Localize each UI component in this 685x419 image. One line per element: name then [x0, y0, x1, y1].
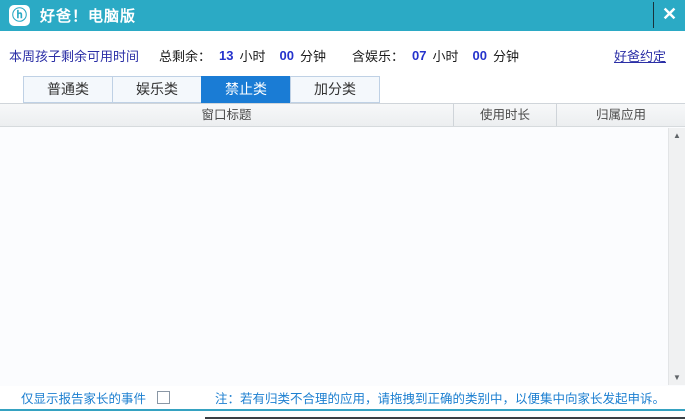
bottom-accent-line [0, 409, 685, 411]
titlebar-divider [653, 2, 654, 28]
total-minutes-unit: 分钟 [300, 46, 326, 65]
tab-normal[interactable]: 普通类 [23, 76, 113, 103]
category-tab-bar: 普通类 娱乐类 禁止类 加分类 [23, 76, 685, 103]
scrollbar[interactable]: ▲ ▼ [668, 128, 685, 385]
column-header-window-title[interactable]: 窗口标题 [0, 104, 453, 126]
close-icon: ✕ [662, 4, 677, 24]
table-body: ▲ ▼ [0, 127, 685, 386]
column-header-owning-app[interactable]: 归属应用 [556, 104, 685, 126]
total-remaining-label: 总剩余： [159, 46, 211, 65]
entertainment-label: 含娱乐： [352, 46, 404, 65]
report-checkbox[interactable] [157, 391, 170, 404]
remaining-time-caption: 本周孩子剩余可用时间 [9, 46, 139, 65]
entertainment-minutes-value: 00 [473, 48, 487, 63]
entertainment-minutes-unit: 分钟 [493, 46, 519, 65]
report-checkbox-label: 仅显示报告家长的事件 [21, 388, 146, 407]
app-logo-icon: ⓗ [9, 5, 30, 26]
info-bar: 本周孩子剩余可用时间 总剩余： 13 小时 00 分钟 含娱乐： 07 小时 0… [0, 41, 685, 69]
app-window: ⓗ 好爸！电脑版 ✕ 本周孩子剩余可用时间 总剩余： 13 小时 00 分钟 含… [0, 0, 685, 419]
column-header-usage-duration[interactable]: 使用时长 [453, 104, 556, 126]
agreement-link[interactable]: 好爸约定 [614, 46, 666, 65]
table-header: 窗口标题 使用时长 归属应用 [0, 103, 685, 127]
total-hours-unit: 小时 [240, 46, 266, 65]
tab-forbidden[interactable]: 禁止类 [201, 76, 291, 103]
footer-bar: 仅显示报告家长的事件 注：若有归类不合理的应用，请拖拽到正确的类别中，以便集中向… [0, 386, 685, 409]
tab-entertainment[interactable]: 娱乐类 [112, 76, 202, 103]
tab-bonus[interactable]: 加分类 [290, 76, 380, 103]
total-hours-value: 13 [219, 48, 233, 63]
titlebar: ⓗ 好爸！电脑版 ✕ [0, 0, 685, 31]
classification-note: 注：若有归类不合理的应用，请拖拽到正确的类别中，以便集中向家长发起申诉。 [215, 388, 665, 407]
close-button[interactable]: ✕ [655, 0, 684, 29]
entertainment-hours-unit: 小时 [432, 46, 458, 65]
scroll-up-icon[interactable]: ▲ [669, 128, 685, 143]
window-title: 好爸！电脑版 [40, 5, 136, 26]
scroll-down-icon[interactable]: ▼ [669, 370, 685, 385]
entertainment-hours-value: 07 [412, 48, 426, 63]
total-minutes-value: 00 [280, 48, 294, 63]
